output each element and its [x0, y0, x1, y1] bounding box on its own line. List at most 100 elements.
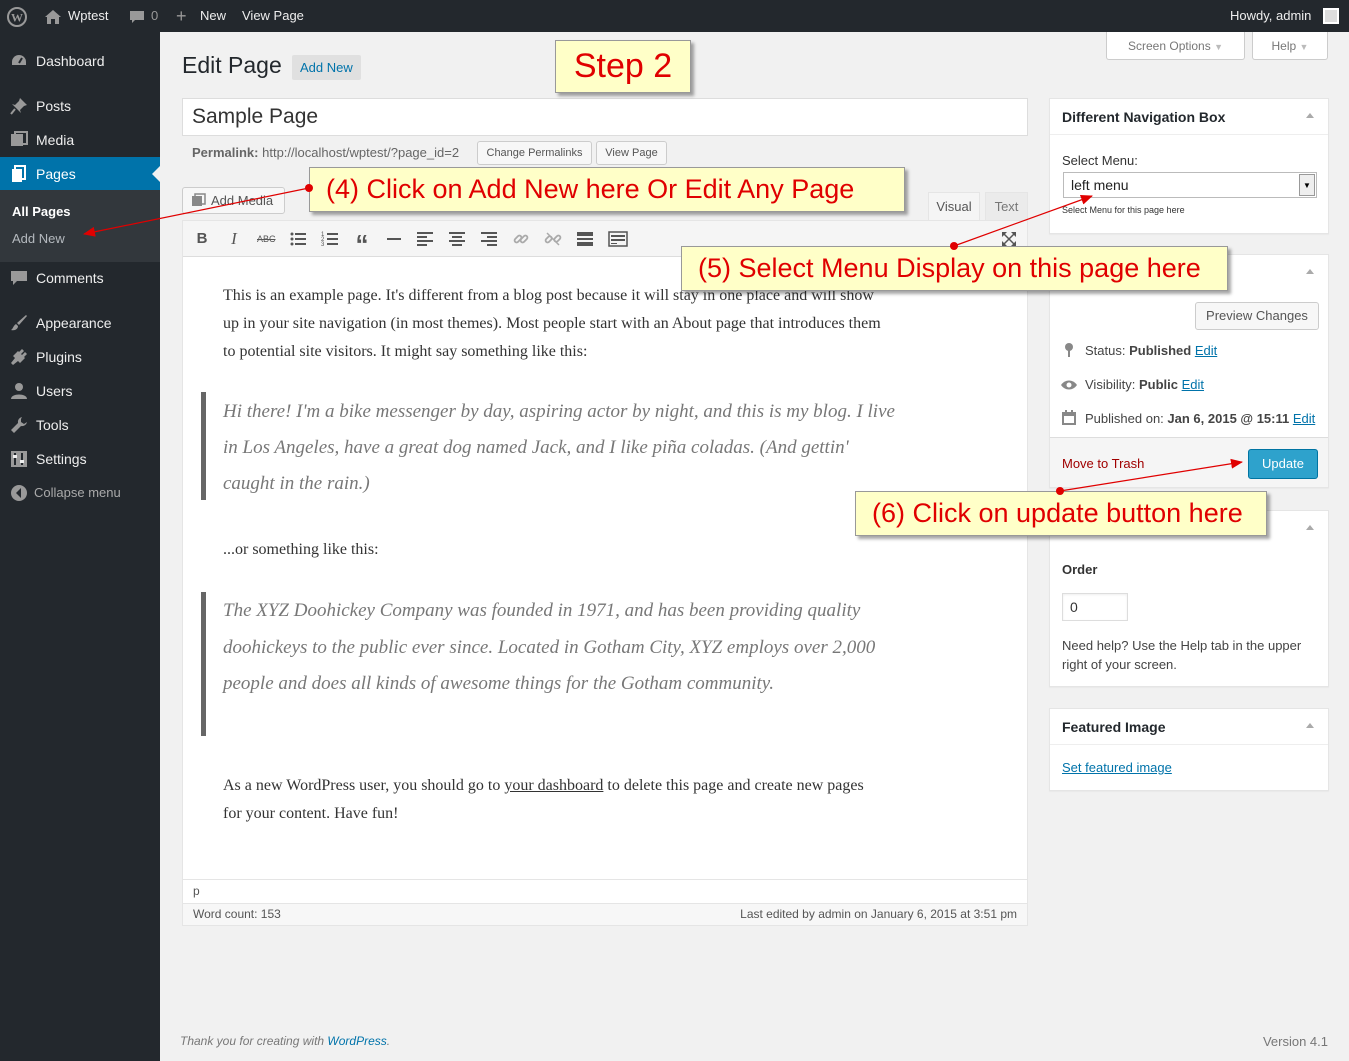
strikethrough-icon[interactable]: ABC [257, 230, 276, 248]
preview-changes-button[interactable]: Preview Changes [1195, 302, 1319, 330]
add-media-button[interactable]: Add Media [182, 187, 285, 214]
svg-text:3: 3 [321, 242, 325, 248]
editor-path[interactable]: p [193, 884, 200, 898]
sidebar-item-label: Pages [36, 166, 76, 182]
callout-step-6: (6) Click on update button here [855, 491, 1267, 536]
tab-text[interactable]: Text [985, 192, 1028, 220]
editor-paragraph-3[interactable]: As a new WordPress user, you should go t… [223, 772, 883, 828]
submenu-add-new[interactable]: Add New [12, 231, 65, 246]
sidebar-item-label: Media [36, 132, 75, 148]
tab-visual[interactable]: Visual [928, 192, 980, 220]
featured-image-box: Featured Image Set featured image [1049, 708, 1329, 791]
user-icon [11, 383, 27, 399]
page-attributes-box: Order 0 Need help? Use the Help tab in t… [1049, 510, 1329, 687]
help-button[interactable]: Help ▼ [1252, 32, 1328, 60]
sidebar-item-settings[interactable]: Settings [0, 442, 160, 476]
toggle-arrow-icon[interactable] [1306, 525, 1314, 530]
site-home-icon[interactable] [44, 0, 62, 32]
editor-paragraph-1[interactable]: This is an example page. It's different … [223, 282, 883, 366]
editor-paragraph-2[interactable]: ...or something like this: [223, 538, 379, 562]
collapse-menu-button[interactable]: Collapse menu [0, 476, 160, 510]
editor-quote-1[interactable]: Hi there! I'm a bike messenger by day, a… [223, 394, 895, 502]
view-page-link[interactable]: View Page [242, 0, 304, 32]
screen-options-button[interactable]: Screen Options ▼ [1106, 32, 1245, 60]
dashboard-link[interactable]: your dashboard [504, 777, 603, 794]
featured-image-title[interactable]: Featured Image [1050, 709, 1328, 745]
update-button[interactable]: Update [1248, 449, 1318, 479]
order-input[interactable]: 0 [1062, 593, 1128, 621]
bullet-list-icon[interactable] [289, 230, 307, 248]
comments-icon[interactable] [129, 0, 145, 32]
last-edited: Last edited by admin on January 6, 2015 … [740, 907, 1017, 921]
align-center-icon[interactable] [448, 230, 466, 248]
page-title: Edit Page [182, 52, 282, 78]
add-new-button[interactable]: Add New [292, 55, 361, 80]
sidebar-item-media[interactable]: Media [0, 123, 160, 157]
publish-actions: Move to Trash Update [1050, 437, 1328, 487]
sidebar-item-label: Collapse menu [34, 485, 121, 500]
add-media-icon [192, 193, 206, 206]
published-edit-link[interactable]: Edit [1293, 411, 1315, 426]
published-value: Jan 6, 2015 @ 15:11 [1167, 411, 1290, 426]
help-label: Help [1271, 39, 1297, 53]
status-edit-link[interactable]: Edit [1195, 343, 1217, 358]
sidebar-item-label: Comments [36, 270, 104, 286]
wordpress-link[interactable]: WordPress [327, 1034, 386, 1048]
set-featured-image-link[interactable]: Set featured image [1062, 760, 1172, 775]
status-label: Status: [1085, 343, 1126, 358]
sidebar-item-comments[interactable]: Comments [0, 261, 160, 295]
visibility-label: Visibility: [1085, 377, 1136, 392]
blockquote-icon[interactable]: “ [353, 230, 371, 258]
bold-icon[interactable]: B [193, 230, 211, 248]
sidebar-item-dashboard[interactable]: Dashboard [0, 44, 160, 78]
navigation-box: Different Navigation Box Select Menu: le… [1049, 98, 1329, 234]
howdy-user[interactable]: Howdy, admin [1230, 0, 1311, 32]
toggle-arrow-icon[interactable] [1306, 723, 1314, 728]
toggle-arrow-icon[interactable] [1306, 113, 1314, 118]
editor-quote-2[interactable]: The XYZ Doohickey Company was founded in… [223, 593, 898, 703]
align-right-icon[interactable] [480, 230, 498, 248]
numbered-list-icon[interactable]: 123 [321, 230, 339, 248]
sidebar-item-label: Settings [36, 451, 87, 467]
footer-thanks-text: Thank you for creating with [180, 1034, 328, 1048]
view-page-button[interactable]: View Page [596, 141, 667, 165]
brush-icon [11, 315, 27, 331]
avatar[interactable] [1323, 8, 1339, 24]
unlink-icon[interactable] [544, 230, 562, 248]
word-count: Word count: 153 [193, 907, 281, 921]
site-name-link[interactable]: Wptest [68, 0, 108, 32]
navigation-box-title[interactable]: Different Navigation Box [1050, 99, 1328, 135]
toggle-arrow-icon[interactable] [1306, 269, 1314, 274]
horizontal-line-icon[interactable] [385, 230, 403, 248]
visibility-edit-link[interactable]: Edit [1182, 377, 1204, 392]
calendar-icon [1062, 410, 1076, 425]
wordpress-logo-icon[interactable]: W [7, 0, 27, 32]
move-to-trash-link[interactable]: Move to Trash [1062, 456, 1144, 471]
toolbar-toggle-icon[interactable] [608, 230, 628, 248]
sidebar-item-appearance[interactable]: Appearance [0, 306, 160, 340]
status-value: Published [1129, 343, 1192, 358]
sidebar-item-pages[interactable]: Pages [0, 157, 160, 191]
add-media-label: Add Media [211, 193, 274, 208]
plus-icon[interactable]: + [176, 0, 187, 32]
sidebar-item-tools[interactable]: Tools [0, 408, 160, 442]
callout-step-4: (4) Click on Add New here Or Edit Any Pa… [309, 167, 905, 212]
new-content-link[interactable]: New [200, 0, 226, 32]
read-more-icon[interactable] [576, 230, 594, 248]
pin-status-icon [1065, 343, 1073, 357]
align-left-icon[interactable] [416, 230, 434, 248]
submenu-all-pages[interactable]: All Pages [12, 204, 71, 219]
comments-count[interactable]: 0 [151, 0, 158, 32]
title-input[interactable]: Sample Page [182, 98, 1028, 136]
permalink-url[interactable]: http://localhost/wptest/?page_id=2 [262, 145, 459, 160]
sidebar-item-users[interactable]: Users [0, 374, 160, 408]
italic-icon[interactable]: I [225, 230, 243, 248]
visibility-row: Visibility: Public Edit [1085, 377, 1204, 392]
change-permalinks-button[interactable]: Change Permalinks [477, 141, 592, 165]
link-icon[interactable] [512, 230, 530, 248]
dashboard-icon [12, 55, 26, 65]
sidebar-item-posts[interactable]: Posts [0, 89, 160, 123]
paragraph-3-text: As a new WordPress user, you should go t… [223, 777, 505, 794]
sidebar-item-plugins[interactable]: Plugins [0, 340, 160, 374]
menu-select[interactable]: left menu ▼ [1063, 172, 1317, 198]
